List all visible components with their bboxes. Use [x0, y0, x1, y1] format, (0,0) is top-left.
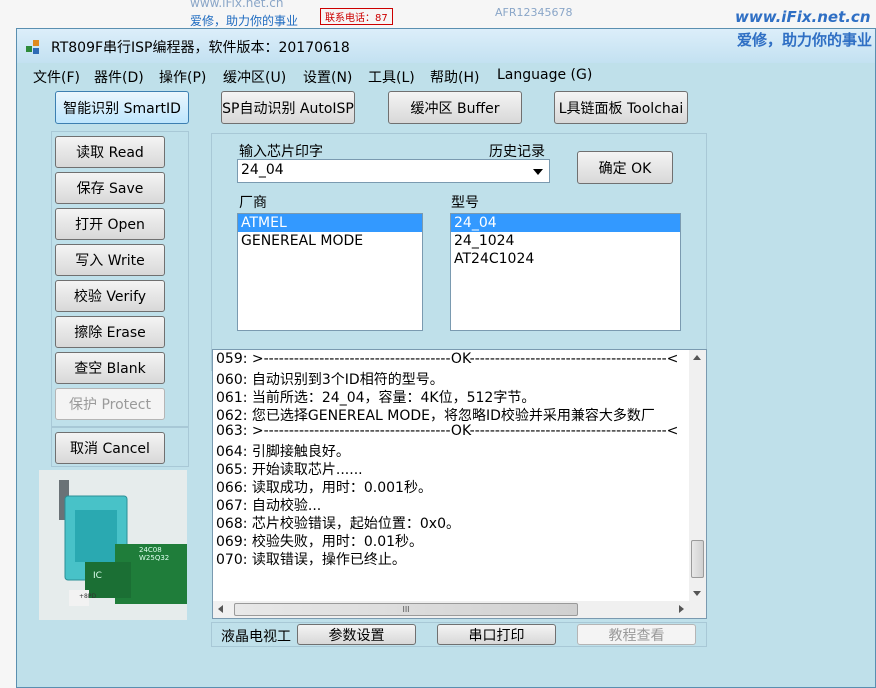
ok-button[interactable]: 确定 OK: [577, 151, 673, 184]
write-button[interactable]: 写入 Write: [55, 244, 165, 276]
chip-input-value: 24_04: [241, 162, 284, 178]
app-icon: [26, 40, 39, 54]
thumb-grip: III: [402, 605, 410, 614]
read-button[interactable]: 读取 Read: [55, 136, 165, 168]
vendor-list[interactable]: ATMEL GENEREAL MODE: [237, 213, 423, 331]
log-line: 062: 您已选择GENEREAL MODE，将忽略ID校验并采用兼容大多数厂: [216, 408, 655, 424]
menu-operation[interactable]: 操作(P): [159, 67, 206, 87]
log-line: 064: 引脚接触良好。: [216, 444, 350, 460]
menu-help[interactable]: 帮助(H): [430, 67, 479, 87]
log-line: 068: 芯片校验错误，起始位置：0x0。: [216, 516, 460, 532]
tutorial-button: 教程查看: [577, 624, 696, 645]
programmer-socket-image: IC W25Q32 24C08 +8PD: [39, 470, 187, 620]
buffer-button[interactable]: 缓冲区 Buffer: [388, 91, 522, 124]
blank-button[interactable]: 查空 Blank: [55, 352, 165, 384]
log-line: 060: 自动识别到3个ID相符的型号。: [216, 372, 444, 388]
pcb-label-ic: IC: [93, 571, 102, 581]
log-horizontal-thumb[interactable]: III: [234, 603, 578, 616]
protect-button: 保护 Protect: [55, 388, 165, 420]
model-item-24-1024[interactable]: 24_1024: [451, 232, 680, 250]
toolchain-button[interactable]: L具链面板 Toolchai: [554, 91, 688, 124]
log-line: 061: 当前所选：24_04，容量：4K位，512字节。: [216, 390, 536, 406]
pcb-label-pin: +8PD: [79, 593, 96, 600]
save-button[interactable]: 保存 Save: [55, 172, 165, 204]
scrollbar-corner: [689, 601, 706, 618]
window-title: RT809F串行ISP编程器，软件版本：20170618: [51, 40, 350, 56]
log-line: 069: 校验失败，用时：0.01秒。: [216, 534, 424, 550]
cancel-button[interactable]: 取消 Cancel: [55, 432, 165, 464]
menu-tools[interactable]: 工具(L): [368, 67, 415, 87]
bg-watermark-top: www.iFix.net.cn: [190, 0, 284, 10]
bg-brand-top: 爱修，助力你的事业: [190, 14, 299, 28]
main-window: RT809F串行ISP编程器，软件版本：20170618 爱修，助力你的事业 文…: [16, 28, 876, 688]
title-bar: RT809F串行ISP编程器，软件版本：20170618 爱修，助力你的事业: [17, 29, 875, 63]
log-line: 059: >----------------------------------…: [216, 351, 679, 367]
log-line: 066: 读取成功，用时：0.001秒。: [216, 480, 432, 496]
log-vertical-thumb[interactable]: [691, 540, 704, 578]
history-label: 历史记录: [489, 144, 545, 160]
scroll-up-icon[interactable]: [693, 355, 701, 360]
model-label: 型号: [451, 195, 479, 211]
vendor-label: 厂商: [239, 195, 267, 211]
menu-language[interactable]: Language (G): [497, 67, 592, 83]
log-line: 070: 读取错误，操作已终止。: [216, 552, 406, 568]
log-output[interactable]: 059: >----------------------------------…: [212, 349, 707, 619]
serial-print-button[interactable]: 串口打印: [437, 624, 556, 645]
params-button[interactable]: 参数设置: [297, 624, 416, 645]
bg-red-box: 联系电话：87: [320, 8, 393, 25]
log-line: 067: 自动校验...: [216, 498, 322, 514]
model-list[interactable]: 24_04 24_1024 AT24C1024: [450, 213, 681, 331]
scroll-right-icon[interactable]: [679, 605, 684, 613]
scroll-left-icon[interactable]: [218, 605, 223, 613]
log-horizontal-scrollbar[interactable]: III: [213, 601, 689, 618]
menu-bar: 文件(F) 器件(D) 操作(P) 缓冲区(U) 设置(N) 工具(L) 帮助(…: [17, 65, 875, 87]
erase-button[interactable]: 擦除 Erase: [55, 316, 165, 348]
watermark-url: www.iFix.net.cn: [735, 8, 871, 26]
pcb-label-chip: W25Q32: [139, 554, 169, 562]
input-chip-label: 输入芯片印字: [239, 144, 323, 160]
menu-file[interactable]: 文件(F): [33, 67, 80, 87]
smartid-button[interactable]: 智能识别 SmartID: [55, 91, 189, 124]
model-item-24-04[interactable]: 24_04: [451, 214, 680, 232]
menu-buffer[interactable]: 缓冲区(U): [223, 67, 286, 87]
log-line: 063: >----------------------------------…: [216, 423, 679, 439]
log-line: 065: 开始读取芯片......: [216, 462, 363, 478]
menu-settings[interactable]: 设置(N): [303, 67, 352, 87]
menu-device[interactable]: 器件(D): [94, 67, 144, 87]
model-item-at24c1024[interactable]: AT24C1024: [451, 250, 680, 268]
lcd-tv-label: 液晶电视工: [221, 629, 291, 645]
open-button[interactable]: 打开 Open: [55, 208, 165, 240]
chevron-down-icon[interactable]: [533, 169, 543, 175]
bg-blue-right: AFR12345678: [495, 6, 573, 19]
vendor-item-general[interactable]: GENEREAL MODE: [238, 232, 422, 250]
log-vertical-scrollbar[interactable]: [689, 350, 706, 601]
scroll-down-icon[interactable]: [693, 591, 701, 596]
verify-button[interactable]: 校验 Verify: [55, 280, 165, 312]
watermark-slogan: 爱修，助力你的事业: [737, 31, 873, 49]
autoisp-button[interactable]: SP自动识别 AutoISP: [221, 91, 355, 124]
vendor-item-atmel[interactable]: ATMEL: [238, 214, 422, 232]
pcb-label-24c08: 24C08: [139, 546, 162, 554]
chip-input-combo[interactable]: 24_04: [237, 159, 550, 183]
